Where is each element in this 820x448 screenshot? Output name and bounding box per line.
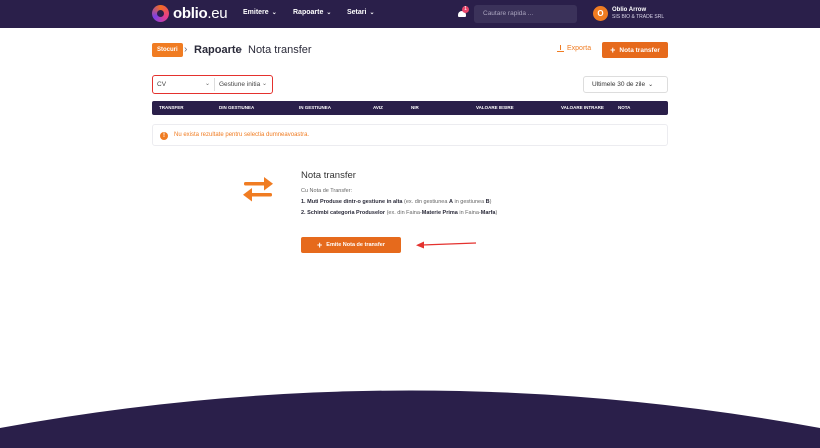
logo-text: oblio.eu	[173, 5, 228, 22]
nav-emitere[interactable]: Emitere ⌄	[243, 9, 277, 16]
column-header[interactable]: VALOARE IESIRE	[476, 105, 514, 110]
plus-icon: +	[610, 45, 616, 55]
chevron-down-icon: ⌄	[271, 10, 277, 16]
empty-state-line-1: 1. Muti Produse dintr-o gestiune in alta…	[301, 199, 492, 205]
emite-nota-transfer-button[interactable]: + Emite Nota de transfer	[301, 237, 401, 253]
user-name[interactable]: Oblio Arrow	[612, 7, 646, 13]
avatar[interactable]: O	[593, 6, 608, 21]
breadcrumb-separator-icon: ›	[184, 44, 188, 55]
user-company[interactable]: SIS BIO & TRADE SRL	[612, 14, 664, 20]
add-nota-transfer-button[interactable]: + Nota transfer	[602, 42, 668, 58]
chevron-down-icon: ⌄	[204, 81, 210, 87]
nav-setari[interactable]: Setari ⌄	[347, 9, 375, 16]
transfer-arrows-icon	[243, 177, 273, 202]
breadcrumb-stocuri-badge[interactable]: Stocuri	[152, 43, 183, 57]
chevron-down-icon: ⌄	[369, 10, 375, 16]
logo-icon	[152, 5, 169, 22]
quick-search-input[interactable]: Cautare rapida ...	[474, 5, 577, 23]
chevron-down-icon: ⌄	[261, 81, 267, 87]
filter-select-gestiune[interactable]: Gestiune initia ⌄	[215, 78, 271, 91]
nav-rapoarte[interactable]: Rapoarte ⌄	[293, 9, 331, 16]
column-header[interactable]: TRANSFER	[159, 105, 184, 110]
empty-state-line-2: 2. Schimbi categoria Produselor (ex. din…	[301, 210, 498, 216]
chevron-down-icon: ⌄	[326, 10, 332, 16]
page-title: Nota transfer	[248, 44, 312, 56]
alert-message: Nu exista rezultate pentru selectia dumn…	[174, 132, 310, 138]
breadcrumb-rapoarte[interactable]: Rapoarte	[194, 44, 242, 56]
filter-select-cv[interactable]: CV ⌄	[153, 78, 214, 91]
breadcrumb-separator-icon: ›	[239, 44, 243, 55]
filter-group: CV ⌄ Gestiune initia ⌄	[152, 75, 273, 94]
info-icon: !	[160, 132, 168, 140]
column-header[interactable]: NIR	[411, 105, 419, 110]
chevron-down-icon: ⌄	[648, 82, 654, 88]
date-range-dropdown[interactable]: Ultimele 30 de zile ⌄	[583, 76, 668, 93]
column-header[interactable]: IN GESTIUNEA	[299, 105, 331, 110]
no-results-alert: ! Nu exista rezultate pentru selectia du…	[152, 124, 668, 146]
footer-wave	[0, 390, 820, 448]
notification-badge: 1	[462, 6, 469, 13]
empty-state-intro: Cu Nota de Transfer:	[301, 188, 353, 194]
brand-logo[interactable]: oblio.eu	[152, 5, 228, 22]
notifications-bell-icon[interactable]: 1	[457, 6, 469, 19]
column-header[interactable]: NOTA	[618, 105, 630, 110]
column-header[interactable]: VALOARE INTRARE	[561, 105, 604, 110]
table-header: TRANSFER DIN GESTIUNEA IN GESTIUNEA AVIZ…	[152, 101, 668, 115]
top-navbar: oblio.eu Emitere ⌄ Rapoarte ⌄ Setari ⌄ 1 Ca…	[0, 0, 820, 28]
empty-state-title: Nota transfer	[301, 170, 356, 181]
export-button[interactable]: Exporta	[557, 45, 591, 52]
red-pointer-arrow-icon	[416, 241, 477, 249]
column-header[interactable]: AVIZ	[373, 105, 383, 110]
download-icon	[557, 45, 564, 52]
column-header[interactable]: DIN GESTIUNEA	[219, 105, 254, 110]
plus-icon: +	[317, 240, 323, 250]
